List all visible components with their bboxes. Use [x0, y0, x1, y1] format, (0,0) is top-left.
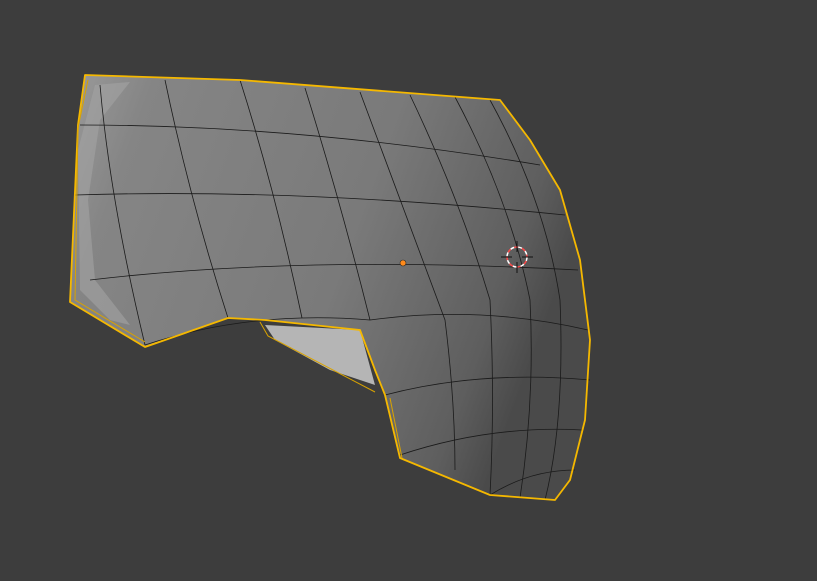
- viewport-canvas[interactable]: [0, 0, 817, 581]
- object-origin-dot[interactable]: [399, 259, 407, 267]
- mesh-inner-hole-face: [265, 325, 375, 385]
- mesh-body[interactable]: [70, 75, 590, 500]
- mesh-object[interactable]: [69, 74, 591, 501]
- 3d-viewport[interactable]: [0, 0, 817, 581]
